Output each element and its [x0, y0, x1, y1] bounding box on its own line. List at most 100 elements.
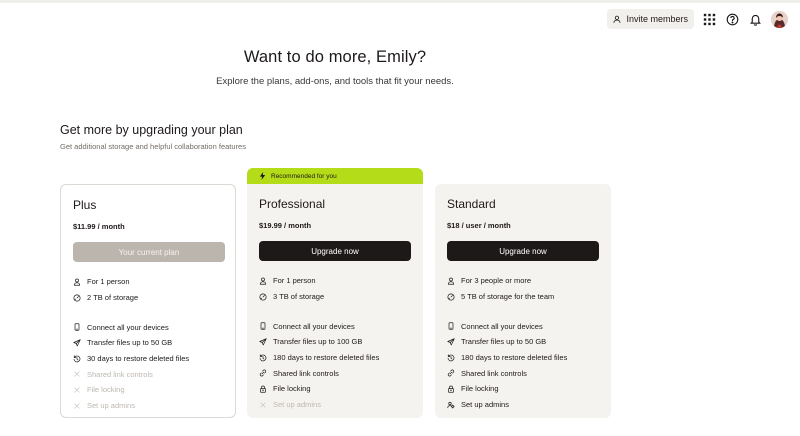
feature-item: File locking — [447, 381, 599, 397]
admins-icon — [447, 401, 455, 409]
help-button[interactable] — [725, 12, 740, 27]
feature-text: Transfer files up to 50 GB — [461, 337, 547, 347]
storage-gauge-icon — [447, 293, 455, 301]
link-icon — [259, 369, 267, 377]
recommended-label: Recommended for you — [271, 172, 337, 180]
feature-item: Shared link controls — [73, 366, 223, 382]
feature-text: Shared link controls — [273, 368, 339, 378]
plan-core-list: For 1 person 3 TB of storage — [259, 273, 411, 304]
feature-item: Set up admins — [259, 397, 411, 413]
person-plus-icon — [613, 15, 621, 23]
feature-item: Connect all your devices — [447, 318, 599, 334]
feature-text: Connect all your devices — [273, 321, 355, 331]
hero-title: Want to do more, Emily? — [243, 48, 427, 66]
link-icon — [447, 369, 455, 377]
person-icon — [259, 277, 267, 285]
current-plan-button[interactable]: Your current plan — [73, 242, 225, 262]
feature-item: Connect all your devices — [259, 318, 411, 334]
feature-text: 3 TB of storage — [273, 292, 325, 302]
feature-item: 5 TB of storage for the team — [447, 289, 599, 305]
plan-price: $11.99 / month — [73, 222, 125, 231]
plan-name: Plus — [73, 198, 97, 212]
lock-icon — [448, 385, 454, 393]
feature-item: For 1 person — [73, 274, 223, 290]
feature-item: Transfer files up to 100 GB — [259, 334, 411, 350]
restore-icon — [73, 354, 81, 362]
lock-icon — [260, 385, 266, 393]
invite-members-button[interactable]: Invite members — [607, 9, 694, 29]
device-icon — [448, 322, 454, 330]
section-title: Get more by upgrading your plan — [60, 123, 243, 137]
feature-item: 2 TB of storage — [73, 290, 223, 306]
feature-text: File locking — [87, 385, 125, 395]
feature-text: Set up admins — [87, 401, 135, 411]
feature-item: Set up admins — [447, 397, 599, 413]
lightning-icon — [259, 172, 266, 180]
hero: Want to do more, Emily? Explore the plan… — [0, 48, 670, 87]
plan-core-list: For 3 people or more 5 TB of storage for … — [447, 273, 599, 304]
feature-text: Shared link controls — [87, 369, 153, 379]
plan-card-plus: Plus $11.99 / month Your current plan For 1… — [60, 184, 236, 418]
person-icon — [73, 278, 81, 286]
feature-item: 180 days to restore deleted files — [259, 350, 411, 366]
feature-item: For 1 person — [259, 273, 411, 289]
feature-text: Transfer files up to 100 GB — [273, 337, 363, 347]
app-grid-button[interactable] — [702, 12, 717, 27]
upgrade-now-button[interactable]: Upgrade now — [447, 241, 599, 261]
feature-text: File locking — [273, 384, 311, 394]
feature-text: For 1 person — [87, 277, 130, 287]
feature-text: For 3 people or more — [461, 276, 532, 286]
x-icon — [74, 387, 80, 393]
feature-text: Connect all your devices — [461, 321, 543, 331]
restore-icon — [259, 353, 267, 361]
feature-text: 180 days to restore deleted files — [461, 353, 568, 363]
user-photo-icon — [771, 10, 788, 28]
feature-item: Set up admins — [73, 398, 223, 414]
avatar[interactable] — [771, 10, 788, 28]
invite-members-label: Invite members — [626, 14, 688, 24]
paper-plane-icon — [447, 338, 455, 346]
feature-text: Transfer files up to 50 GB — [87, 338, 173, 348]
feature-text: Shared link controls — [461, 368, 527, 378]
feature-item: Shared link controls — [259, 365, 411, 381]
paper-plane-icon — [259, 338, 267, 346]
plan-core-list: For 1 person 2 TB of storage — [73, 274, 223, 305]
feature-item: File locking — [259, 381, 411, 397]
plan-feature-list: Connect all your devices Transfer files u… — [259, 318, 411, 412]
hero-subtitle: Explore the plans, add-ons, and tools th… — [216, 76, 454, 87]
plan-price: $18 / user / month — [447, 221, 511, 230]
feature-item: 3 TB of storage — [259, 289, 411, 305]
restore-icon — [447, 353, 455, 361]
x-icon — [260, 402, 266, 408]
feature-item: File locking — [73, 382, 223, 398]
notifications-button[interactable] — [748, 12, 763, 27]
feature-text: Connect all your devices — [87, 322, 169, 332]
device-icon — [74, 323, 80, 331]
section-subtitle: Get additional storage and helpful colla… — [60, 142, 246, 151]
feature-item: 30 days to restore deleted files — [73, 351, 223, 367]
feature-text: Set up admins — [273, 400, 321, 410]
storage-gauge-icon — [259, 293, 267, 301]
feature-text: 180 days to restore deleted files — [273, 353, 380, 363]
paper-plane-icon — [73, 339, 81, 347]
top-border — [0, 0, 800, 3]
upgrade-now-button[interactable]: Upgrade now — [259, 241, 411, 261]
app-grid-icon — [703, 13, 716, 25]
x-icon — [74, 371, 80, 377]
top-bar: Invite members — [607, 9, 788, 29]
bell-icon — [750, 14, 761, 26]
plan-name: Standard — [447, 197, 496, 211]
feature-text: For 1 person — [273, 276, 316, 286]
plan-price: $19.99 / month — [259, 221, 312, 230]
plan-card-professional: Professional $19.99 / month Upgrade now For… — [247, 184, 423, 418]
recommended-banner: Recommended for you — [247, 168, 423, 184]
help-icon — [726, 13, 739, 25]
person-icon — [447, 277, 455, 285]
feature-text: 30 days to restore deleted files — [87, 354, 190, 364]
feature-item: Connect all your devices — [73, 319, 223, 335]
feature-item: Transfer files up to 50 GB — [73, 335, 223, 351]
feature-item: Shared link controls — [447, 365, 599, 381]
feature-item: Transfer files up to 50 GB — [447, 334, 599, 350]
plan-feature-list: Connect all your devices Transfer files u… — [73, 319, 223, 413]
feature-text: 5 TB of storage for the team — [461, 292, 555, 302]
